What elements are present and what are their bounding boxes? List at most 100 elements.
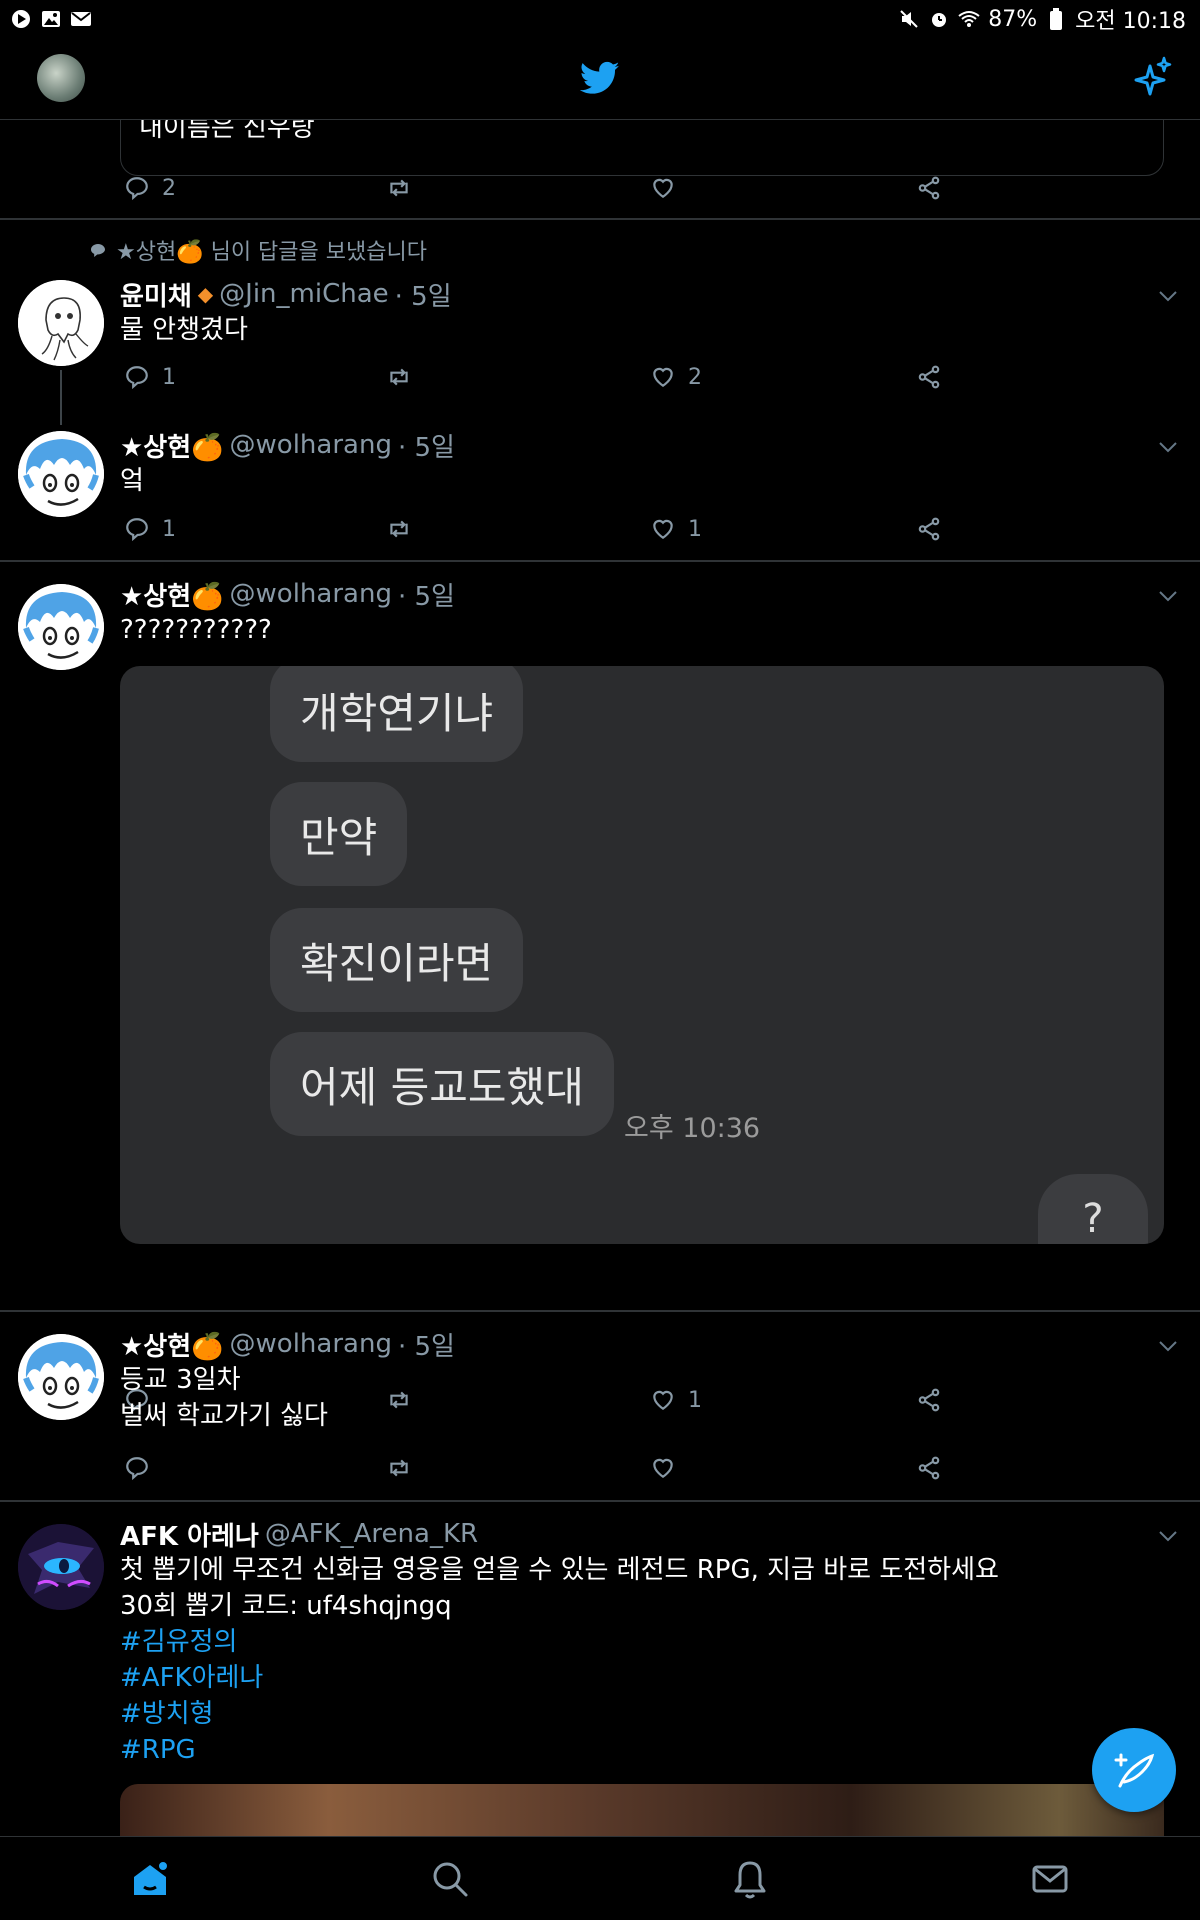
hashtag-link[interactable]: #김유정의 [120, 1624, 237, 1660]
mute-icon [898, 8, 920, 30]
heart-icon [653, 519, 673, 539]
avatar-blue-face[interactable] [18, 431, 104, 517]
chevron-down-icon[interactable] [1156, 584, 1180, 608]
display-name[interactable]: ★상현🍊 [120, 1326, 224, 1363]
chat-timestamp: 오후 10:36 [624, 1113, 761, 1144]
battery-percent: 87% [988, 6, 1038, 32]
bottom-navigation [0, 1836, 1200, 1920]
reply-context: ★상현🍊 님이 답글을 보냈습니다 [90, 234, 427, 266]
timestamp: · 5일 [397, 581, 455, 612]
like-button[interactable]: 2 [650, 357, 702, 397]
compose-feather-icon [1114, 1753, 1155, 1788]
reply-button[interactable] [124, 1448, 150, 1488]
tweet-text: ??????????? [120, 615, 272, 645]
chat-bubble: 개학연기냐 [270, 666, 524, 762]
hashtag-link[interactable]: #AFK아레나 [120, 1660, 263, 1696]
avatar-blue-face[interactable] [18, 584, 104, 670]
heart-icon [653, 367, 673, 387]
profile-avatar[interactable] [37, 54, 85, 102]
chevron-down-icon[interactable] [1156, 284, 1180, 308]
share-icon [918, 176, 940, 200]
chevron-down-icon[interactable] [1156, 435, 1180, 459]
messages-icon[interactable] [1028, 1857, 1072, 1901]
handle[interactable]: @wolharang [230, 430, 392, 460]
display-name[interactable]: 윤미채 [120, 276, 192, 313]
timestamp: · 5일 [397, 1331, 455, 1362]
chat-bubble: 확진이라면 [270, 908, 524, 1012]
hashtag-link[interactable]: #방치형 [120, 1696, 214, 1732]
reply-icon [126, 366, 148, 390]
tweet-text-line: 30회 뽑기 코드: uf4shqjngq [120, 1591, 452, 1621]
heart-icon [653, 178, 673, 198]
ad-media-image[interactable] [120, 1784, 1164, 1836]
retweet-button[interactable] [386, 168, 412, 208]
handle[interactable]: @AFK_Arena_KR [265, 1519, 478, 1549]
tweet-sanghyun-reply[interactable]: ★상현🍊 @wolharang · 5일 엌 1 1 [0, 425, 1200, 560]
status-bar-right: 87% 오전 10:18 [898, 3, 1186, 35]
tweet-text-line: 첫 뽑기에 무조건 신화급 영웅을 얻을 수 있는 레전드 RPG, 지금 바로… [120, 1555, 999, 1585]
avatar-afk[interactable] [18, 1524, 104, 1610]
retweet-button[interactable] [386, 1448, 412, 1488]
tweet-media-image[interactable]: 개학연기냐 만약 확진이라면 어제 등교도했대 오후 10:36 ? [120, 666, 1164, 1244]
like-button[interactable]: 1 [650, 509, 702, 549]
share-button[interactable] [916, 509, 942, 549]
retweet-button[interactable] [386, 509, 412, 549]
reply-button[interactable]: 2 [124, 168, 176, 208]
chevron-down-icon[interactable] [1156, 1334, 1180, 1358]
tweet-actions [120, 1448, 1160, 1488]
tweet-text: 물 안챙겼다 [120, 315, 248, 345]
tweet-yunmichae[interactable]: ★상현🍊 님이 답글을 보냈습니다 윤미채 ◆ @Jin_miChae · 5일… [0, 220, 1200, 425]
like-button[interactable] [650, 1448, 676, 1488]
tweet-partial[interactable]: 내이름은 신우랑 2 [0, 120, 1200, 218]
search-icon[interactable] [428, 1857, 472, 1901]
tweet-text-line: 벌써 학교가기 싫다 [120, 1401, 328, 1431]
reply-context-icon [91, 244, 105, 257]
reply-context-text: ★상현🍊 님이 답글을 보냈습니다 [116, 240, 427, 265]
notifications-icon[interactable] [728, 1857, 772, 1901]
share-button[interactable] [916, 168, 942, 208]
tweet-actions: 2 [120, 168, 1160, 208]
tweet-with-media[interactable]: ★상현🍊 @wolharang · 5일 ??????????? 개학연기냐 만… [0, 562, 1200, 1430]
share-button[interactable] [916, 357, 942, 397]
display-name[interactable]: AFK 아레나 [120, 1516, 259, 1553]
clock: 오전 10:18 [1075, 9, 1186, 34]
display-name[interactable]: ★상현🍊 [120, 576, 224, 613]
home-icon[interactable] [128, 1857, 172, 1901]
share-button[interactable] [916, 1448, 942, 1488]
tweet-text-line: 등교 3일차 [120, 1365, 241, 1395]
tweet-school[interactable]: ★상현🍊 @wolharang · 5일 등교 3일차 벌써 학교가기 싫다 [0, 1312, 1200, 1500]
chevron-down-icon[interactable] [1156, 1524, 1180, 1548]
share-icon [918, 365, 940, 389]
twitter-bird-icon[interactable] [578, 58, 622, 98]
timestamp: · 5일 [397, 432, 455, 463]
alarm-icon [928, 8, 950, 30]
retweet-icon [390, 179, 408, 197]
compose-tweet-button[interactable] [1092, 1728, 1176, 1812]
handle[interactable]: @wolharang [230, 1329, 392, 1359]
top-app-bar [0, 38, 1200, 120]
handle[interactable]: @Jin_miChae [219, 279, 388, 309]
reply-button[interactable]: 1 [124, 509, 176, 549]
reply-button[interactable]: 1 [124, 357, 176, 397]
like-count: 2 [688, 364, 702, 390]
avatar-blue-face[interactable] [18, 1334, 104, 1420]
chat-reply-bubble: ? [1038, 1174, 1148, 1244]
sparkle-icon[interactable] [1132, 56, 1172, 100]
retweet-icon [390, 368, 408, 386]
tweet-header: ★상현🍊 @wolharang · 5일 [120, 576, 455, 612]
tweet-ad-afk[interactable]: AFK 아레나 @AFK_Arena_KR 첫 뽑기에 무조건 신화급 영웅을 … [0, 1502, 1200, 1836]
hashtag-link[interactable]: #RPG [120, 1732, 196, 1768]
status-bar-left [10, 8, 92, 30]
like-count: 1 [688, 516, 702, 542]
gallery-icon [40, 8, 62, 30]
tweet-text: 엌 [120, 466, 144, 496]
timeline-feed[interactable]: 내이름은 신우랑 2 ★상현🍊 님이 답글을 보냈습니다 윤미채 ◆ @Jin_… [0, 120, 1200, 1836]
tweet-header: 윤미채 ◆ @Jin_miChae · 5일 [120, 276, 452, 312]
name-badge: ◆ [197, 282, 214, 306]
avatar-ghost[interactable] [18, 280, 104, 366]
share-icon [918, 1456, 940, 1480]
like-button[interactable] [650, 168, 676, 208]
retweet-button[interactable] [386, 357, 412, 397]
display-name[interactable]: ★상현🍊 [120, 427, 224, 464]
handle[interactable]: @wolharang [230, 579, 392, 609]
